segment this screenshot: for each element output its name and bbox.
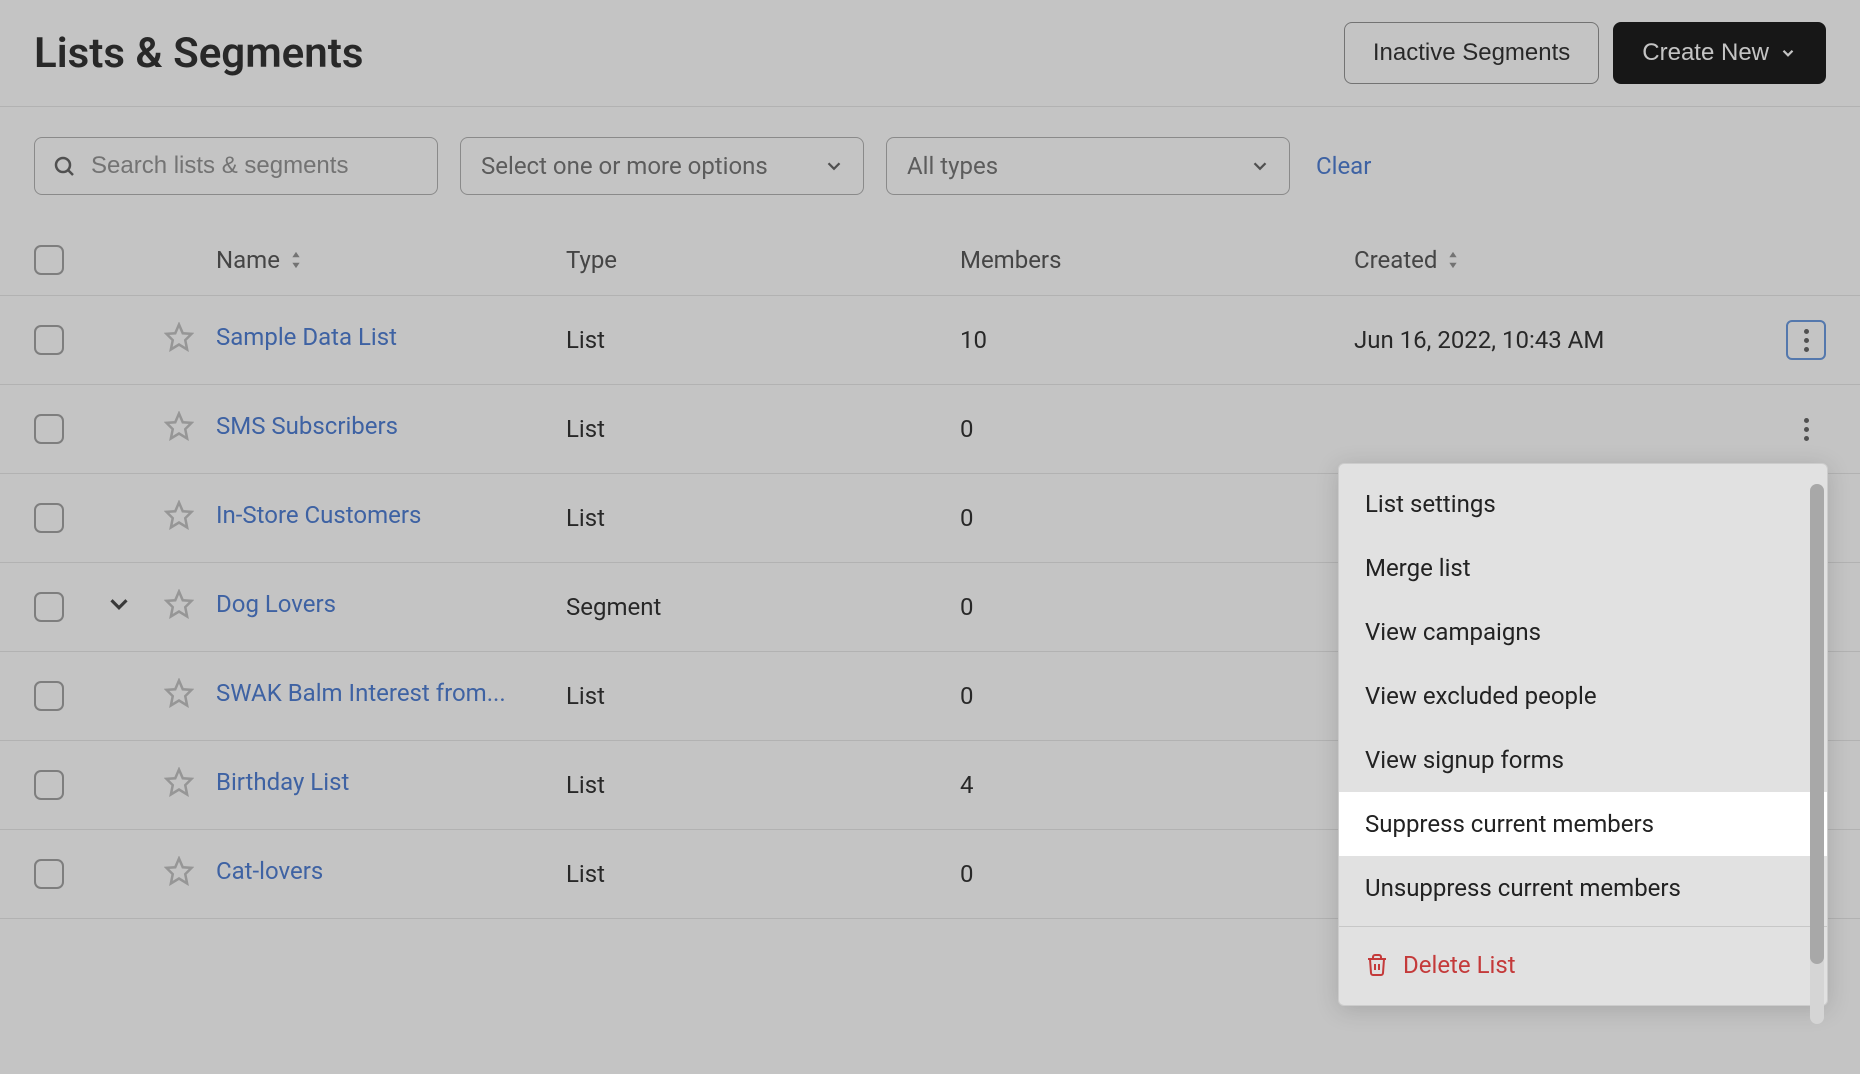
more-vertical-icon <box>1804 418 1809 441</box>
list-name-link[interactable]: SMS Subscribers <box>216 412 398 440</box>
header-buttons: Inactive Segments Create New <box>1344 22 1826 84</box>
dropdown-item[interactable]: Merge list <box>1339 536 1827 600</box>
row-type: List <box>566 415 960 443</box>
create-new-button[interactable]: Create New <box>1613 22 1826 84</box>
sort-icon <box>1445 250 1461 270</box>
row-checkbox[interactable] <box>34 325 64 355</box>
trash-icon <box>1365 953 1389 977</box>
dropdown-item[interactable]: Unsuppress current members <box>1339 856 1827 920</box>
favorite-star-icon[interactable] <box>164 678 194 708</box>
table-row: Sample Data List List 10 Jun 16, 2022, 1… <box>0 296 1860 385</box>
search-input[interactable] <box>34 137 438 195</box>
favorite-star-icon[interactable] <box>164 589 194 619</box>
chevron-down-icon <box>1779 44 1797 62</box>
list-name-link[interactable]: Dog Lovers <box>216 590 336 618</box>
list-name-link[interactable]: In-Store Customers <box>216 501 421 529</box>
members-header-label: Members <box>960 246 1061 274</box>
row-checkbox[interactable] <box>34 592 64 622</box>
row-members: 0 <box>960 682 1354 710</box>
clear-filters-link[interactable]: Clear <box>1316 152 1371 180</box>
row-actions-dropdown: List settingsMerge listView campaignsVie… <box>1338 463 1828 1006</box>
dropdown-item[interactable]: List settings <box>1339 472 1827 536</box>
filters-bar: Select one or more options All types Cle… <box>0 107 1860 225</box>
page-header: Lists & Segments Inactive Segments Creat… <box>0 0 1860 107</box>
created-header-label: Created <box>1354 246 1437 274</box>
tags-select-label: Select one or more options <box>481 152 768 180</box>
dropdown-scrollbar[interactable] <box>1810 484 1824 1024</box>
row-members: 4 <box>960 771 1354 799</box>
row-members: 0 <box>960 415 1354 443</box>
list-name-link[interactable]: Cat-lovers <box>216 857 323 885</box>
favorite-star-icon[interactable] <box>164 500 194 530</box>
column-header-created[interactable]: Created <box>1354 246 1754 274</box>
favorite-star-icon[interactable] <box>164 411 194 441</box>
inactive-segments-label: Inactive Segments <box>1373 39 1570 67</box>
column-header-members: Members <box>960 246 1354 274</box>
types-select-label: All types <box>907 152 998 180</box>
row-members: 10 <box>960 326 1354 354</box>
page-title: Lists & Segments <box>34 29 363 78</box>
row-members: 0 <box>960 860 1354 888</box>
types-select[interactable]: All types <box>886 137 1290 195</box>
row-type: List <box>566 326 960 354</box>
delete-list-item[interactable]: Delete List <box>1339 933 1827 997</box>
create-new-label: Create New <box>1642 39 1769 67</box>
delete-list-label: Delete List <box>1403 951 1516 979</box>
row-created: Jun 16, 2022, 10:43 AM <box>1354 326 1754 354</box>
row-actions-button[interactable] <box>1786 320 1826 360</box>
dropdown-item[interactable]: View campaigns <box>1339 600 1827 664</box>
row-members: 0 <box>960 593 1354 621</box>
inactive-segments-button[interactable]: Inactive Segments <box>1344 22 1599 84</box>
row-type: Segment <box>566 593 960 621</box>
dropdown-item[interactable]: Suppress current members <box>1339 792 1827 856</box>
list-name-link[interactable]: Sample Data List <box>216 323 397 351</box>
dropdown-scroll-thumb[interactable] <box>1810 484 1824 964</box>
row-checkbox[interactable] <box>34 770 64 800</box>
row-actions-button[interactable] <box>1786 409 1826 449</box>
dropdown-item[interactable]: View signup forms <box>1339 728 1827 792</box>
row-type: List <box>566 771 960 799</box>
column-header-name[interactable]: Name <box>216 246 566 274</box>
dropdown-separator <box>1339 926 1827 927</box>
row-checkbox[interactable] <box>34 414 64 444</box>
dropdown-item[interactable]: View excluded people <box>1339 664 1827 728</box>
row-type: List <box>566 682 960 710</box>
select-all-checkbox[interactable] <box>34 245 64 275</box>
expand-chevron-icon[interactable] <box>104 589 134 619</box>
row-checkbox[interactable] <box>34 503 64 533</box>
search-icon <box>52 154 76 178</box>
search-wrap <box>34 137 438 195</box>
row-checkbox[interactable] <box>34 859 64 889</box>
list-name-link[interactable]: Birthday List <box>216 768 349 796</box>
row-type: List <box>566 504 960 532</box>
favorite-star-icon[interactable] <box>164 322 194 352</box>
chevron-down-icon <box>1249 155 1271 177</box>
table-row: SMS Subscribers List 0 <box>0 385 1860 474</box>
more-vertical-icon <box>1804 329 1809 352</box>
table-header: Name Type Members Created <box>0 225 1860 296</box>
favorite-star-icon[interactable] <box>164 767 194 797</box>
favorite-star-icon[interactable] <box>164 856 194 886</box>
tags-select[interactable]: Select one or more options <box>460 137 864 195</box>
name-header-label: Name <box>216 246 280 274</box>
chevron-down-icon <box>823 155 845 177</box>
type-header-label: Type <box>566 246 617 274</box>
row-type: List <box>566 860 960 888</box>
list-name-link[interactable]: SWAK Balm Interest from... <box>216 679 506 707</box>
column-header-type: Type <box>566 246 960 274</box>
row-members: 0 <box>960 504 1354 532</box>
sort-icon <box>288 250 304 270</box>
row-checkbox[interactable] <box>34 681 64 711</box>
